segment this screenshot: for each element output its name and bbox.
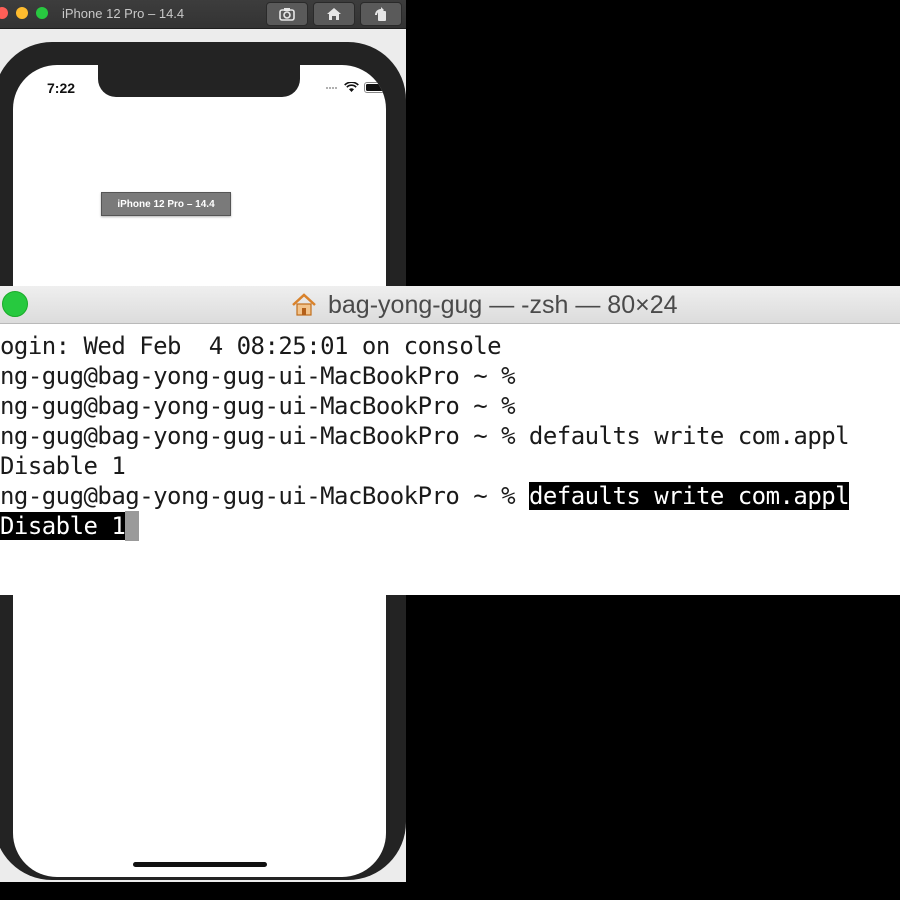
terminal-line: ng-gug@bag-yong-gug-ui-MacBookPro ~ % de… <box>0 422 850 450</box>
terminal-line: ng-gug@bag-yong-gug-ui-MacBookPro ~ % de… <box>0 481 850 511</box>
rotate-button[interactable] <box>360 2 402 26</box>
selected-text: defaults write com.appl <box>528 482 850 510</box>
status-icons <box>325 82 386 93</box>
terminal-titlebar[interactable]: bag-yong-gug — -zsh — 80×24 <box>0 286 900 324</box>
terminal-title-text: bag-yong-gug — -zsh — 80×24 <box>328 290 678 319</box>
screenshot-button[interactable] <box>266 2 308 26</box>
selected-text: Disable 1 <box>0 512 126 540</box>
camera-icon <box>279 8 295 21</box>
simulator-title: iPhone 12 Pro – 14.4 <box>62 6 185 21</box>
minimize-button[interactable] <box>16 7 28 19</box>
status-time: 7:22 <box>47 80 76 96</box>
terminal-title: bag-yong-gug — -zsh — 80×24 <box>290 289 678 321</box>
terminal-line: ogin: Wed Feb 4 08:25:01 on console <box>0 332 502 360</box>
terminal-line: ng-gug@bag-yong-gug-ui-MacBookPro ~ % <box>0 362 516 390</box>
terminal-line: ng-gug@bag-yong-gug-ui-MacBookPro ~ % <box>0 392 516 420</box>
terminal-line: Disable 1 <box>0 452 126 480</box>
device-tooltip: iPhone 12 Pro – 14.4 <box>101 192 231 216</box>
battery-icon <box>364 82 386 93</box>
zoom-button[interactable] <box>2 291 28 317</box>
wifi-icon <box>344 82 359 92</box>
home-folder-icon <box>292 293 316 316</box>
text-cursor <box>125 511 140 541</box>
terminal-content[interactable]: ogin: Wed Feb 4 08:25:01 on console ng-g… <box>0 331 900 595</box>
signal-icon <box>326 86 337 89</box>
home-button[interactable] <box>313 2 355 26</box>
terminal-line: Disable 1 <box>0 511 140 541</box>
zoom-button[interactable] <box>36 7 48 19</box>
simulator-titlebar: iPhone 12 Pro – 14.4 <box>0 0 406 29</box>
rotate-icon <box>375 7 386 21</box>
close-button[interactable] <box>0 7 8 19</box>
prompt-text: ng-gug@bag-yong-gug-ui-MacBookPro ~ % <box>0 482 529 510</box>
notch <box>98 65 300 97</box>
home-icon <box>327 8 341 20</box>
terminal-window: bag-yong-gug — -zsh — 80×24 ogin: Wed Fe… <box>0 286 900 595</box>
home-indicator[interactable] <box>133 862 267 867</box>
